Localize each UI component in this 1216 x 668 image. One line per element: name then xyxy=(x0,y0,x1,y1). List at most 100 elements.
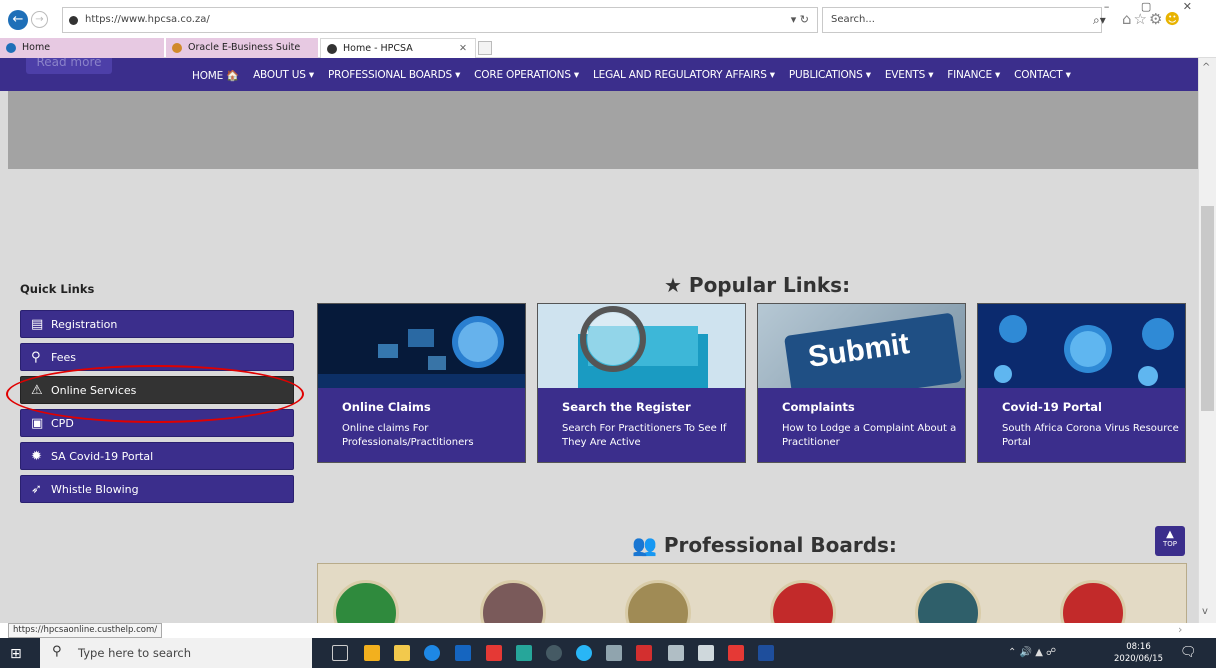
main-navigation: Read more HOME 🏠 ABOUT US ▾ PROFESSIONAL… xyxy=(0,58,1198,91)
card-description: Search For Practitioners To See If They … xyxy=(562,423,727,448)
chevron-right-icon: › xyxy=(1178,623,1183,636)
quick-links-title: Quick Links xyxy=(20,282,95,296)
photos-icon[interactable] xyxy=(698,645,714,661)
star-icon: ★ xyxy=(664,273,682,297)
card-search-register[interactable]: Search the Register Search For Practitio… xyxy=(537,303,746,463)
quick-link-whistle[interactable]: ➶ Whistle Blowing xyxy=(20,475,294,503)
back-arrow-icon[interactable]: ← xyxy=(8,10,28,30)
window-controls[interactable]: – ▢ ✕ xyxy=(1104,0,1206,13)
quick-link-covid[interactable]: ✹ SA Covid-19 Portal xyxy=(20,442,294,470)
nav-contact[interactable]: CONTACT ▾ xyxy=(1014,69,1071,82)
cpd-icon: ▣ xyxy=(31,416,44,431)
quick-link-registration[interactable]: ▤ Registration xyxy=(20,310,294,338)
notification-icon[interactable]: 🗨 xyxy=(1180,645,1197,660)
red-annotation-ellipse xyxy=(6,365,304,423)
back-to-top-button[interactable]: ▲ TOP xyxy=(1155,526,1185,556)
nav-legal[interactable]: LEGAL AND REGULATORY AFFAIRS ▾ xyxy=(593,69,775,82)
search-icon[interactable]: ⌕▾ xyxy=(1093,13,1106,28)
browser-search-input[interactable]: Search... xyxy=(822,7,1102,33)
teams-icon[interactable] xyxy=(546,645,562,661)
quick-link-label: Registration xyxy=(51,318,118,331)
internet-explorer-icon[interactable] xyxy=(576,645,592,661)
complaints-image: Submit xyxy=(758,304,965,388)
card-covid-portal[interactable]: Covid-19 Portal South Africa Corona Viru… xyxy=(977,303,1186,463)
address-bar[interactable]: https://www.hpcsa.co.za/ ▾ ↻ xyxy=(62,7,818,33)
browser-toolbar: ← → https://www.hpcsa.co.za/ ▾ ↻ Search.… xyxy=(0,0,1216,38)
oracle-icon[interactable] xyxy=(728,645,744,661)
search-icon: ⚲ xyxy=(31,350,41,365)
card-online-claims[interactable]: Online Claims Online claims For Professi… xyxy=(317,303,526,463)
professional-boards-heading: 👥 Professional Boards: xyxy=(632,533,897,557)
ie-favicon-icon xyxy=(172,43,182,53)
nav-about-us[interactable]: ABOUT US ▾ xyxy=(253,69,314,82)
quick-link-label: Fees xyxy=(51,351,76,364)
app-icon[interactable] xyxy=(606,645,622,661)
site-favicon-icon xyxy=(69,16,78,25)
tab-label: Home xyxy=(22,42,51,53)
forward-arrow-icon[interactable]: → xyxy=(31,11,48,28)
word-icon[interactable] xyxy=(758,645,774,661)
nav-core-operations[interactable]: CORE OPERATIONS ▾ xyxy=(474,69,579,82)
edge-icon[interactable] xyxy=(424,645,440,661)
refresh-icon[interactable]: ▾ ↻ xyxy=(791,13,809,26)
taskbar-search[interactable]: ⚲ Type here to search xyxy=(40,638,312,668)
scroll-thumb[interactable] xyxy=(1201,206,1214,411)
nav-professional-boards[interactable]: PROFESSIONAL BOARDS ▾ xyxy=(328,69,460,82)
site-favicon-icon xyxy=(327,44,337,54)
tab-oracle[interactable]: Oracle E-Business Suite R12 xyxy=(166,38,318,73)
skype-icon[interactable] xyxy=(516,645,532,661)
search-icon: ⚲ xyxy=(52,644,62,659)
clock-time: 08:16 xyxy=(1126,642,1151,652)
new-tab-button[interactable] xyxy=(478,41,492,55)
quick-link-label: CPD xyxy=(51,417,74,430)
popular-links-title: Popular Links: xyxy=(688,273,851,297)
close-tab-icon[interactable]: ✕ xyxy=(459,39,467,59)
screen: ← → https://www.hpcsa.co.za/ ▾ ↻ Search.… xyxy=(0,0,1216,668)
covid-virus-image xyxy=(978,304,1185,388)
card-title: Online Claims xyxy=(342,400,431,414)
url-text[interactable]: https://www.hpcsa.co.za/ xyxy=(85,14,210,25)
acrobat-icon[interactable] xyxy=(636,645,652,661)
taskbar-search-placeholder: Type here to search xyxy=(78,646,192,660)
registration-icon: ▤ xyxy=(31,317,44,332)
online-claims-image xyxy=(318,304,525,388)
sticky-notes-icon[interactable] xyxy=(364,645,380,661)
tab-home[interactable]: Home xyxy=(0,38,164,58)
card-title: Complaints xyxy=(782,400,855,414)
chevron-up-icon: ▲ xyxy=(1166,529,1174,540)
system-tray[interactable]: ⌃ 🔊 ▲ ☍ xyxy=(1008,647,1056,658)
ie-favicon-icon xyxy=(6,43,16,53)
quick-link-label: SA Covid-19 Portal xyxy=(51,450,154,463)
card-complaints[interactable]: Submit Complaints How to Lodge a Complai… xyxy=(757,303,966,463)
nav-finance[interactable]: FINANCE ▾ xyxy=(947,69,1000,82)
nav-events[interactable]: EVENTS ▾ xyxy=(885,69,934,82)
office-icon[interactable] xyxy=(486,645,502,661)
task-view-icon[interactable] xyxy=(332,645,348,661)
scroll-up-icon[interactable]: ^ xyxy=(1202,62,1210,73)
windows-start-icon[interactable]: ⊞ xyxy=(10,646,22,662)
popular-links-heading: ★ Popular Links: xyxy=(664,273,850,297)
scroll-down-icon[interactable]: v xyxy=(1202,606,1208,617)
quick-link-label: Whistle Blowing xyxy=(51,483,139,496)
status-url: https://hpcsaonline.custhelp.com/ xyxy=(8,623,163,638)
tab-hpcsa[interactable]: Home - HPCSA ✕ xyxy=(320,38,476,58)
search-register-image xyxy=(538,304,745,388)
nav-publications[interactable]: PUBLICATIONS ▾ xyxy=(789,69,871,82)
people-icon: 👥 xyxy=(632,533,657,557)
store-icon[interactable] xyxy=(455,645,471,661)
nav-home[interactable]: HOME 🏠 xyxy=(192,69,239,82)
app-icon[interactable] xyxy=(668,645,684,661)
card-title: Search the Register xyxy=(562,400,691,414)
nav-menu: HOME 🏠 ABOUT US ▾ PROFESSIONAL BOARDS ▾ … xyxy=(192,69,1085,82)
virus-icon: ✹ xyxy=(31,449,42,464)
clock[interactable]: 08:16 2020/06/15 xyxy=(1114,641,1163,665)
tab-strip: Home Oracle E-Business Suite R12 Home - … xyxy=(0,38,1216,73)
card-description: How to Lodge a Complaint About a Practit… xyxy=(782,423,957,448)
file-explorer-icon[interactable] xyxy=(394,645,410,661)
vertical-scrollbar[interactable]: ^ v xyxy=(1198,58,1216,623)
card-description: Online claims For Professionals/Practiti… xyxy=(342,423,474,448)
card-description: South Africa Corona Virus Resource Porta… xyxy=(1002,423,1179,448)
read-more-button[interactable]: Read more xyxy=(26,58,112,74)
search-placeholder: Search... xyxy=(831,14,875,25)
banner-area xyxy=(8,91,1198,169)
